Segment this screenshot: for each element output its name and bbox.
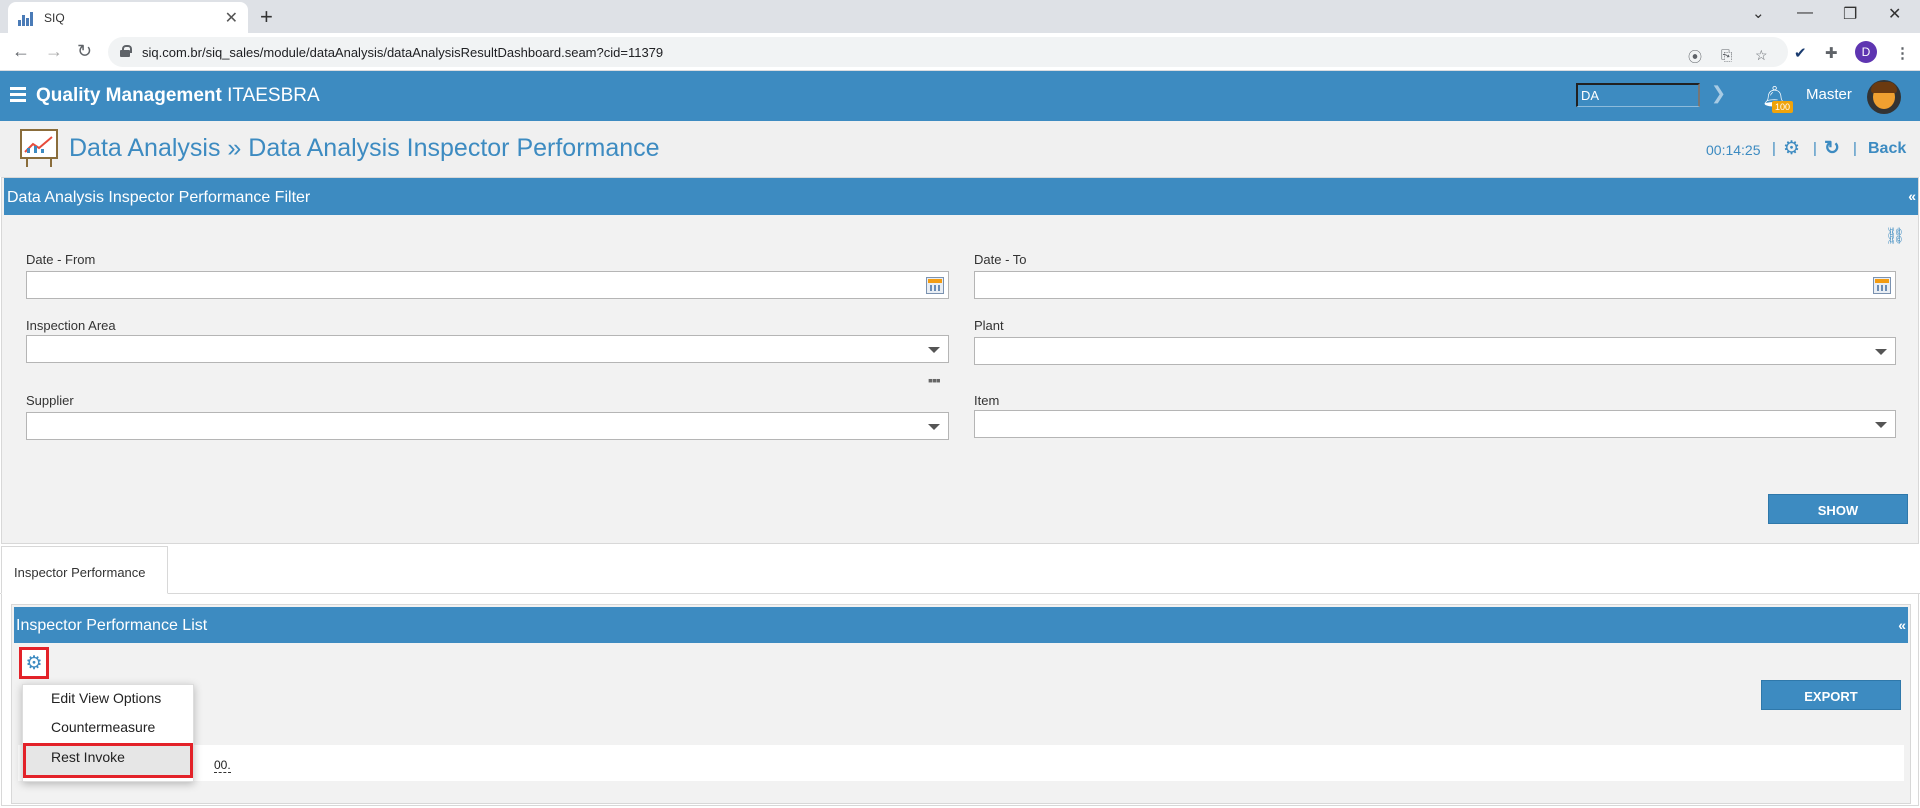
reload-icon[interactable]: ↻ xyxy=(77,41,92,62)
close-window-icon[interactable]: ✕ xyxy=(1888,4,1901,24)
plant-label: Plant xyxy=(974,318,1004,333)
item-select[interactable] xyxy=(974,410,1896,438)
back-link[interactable]: Back xyxy=(1868,140,1906,158)
presentation-chart-icon xyxy=(16,127,62,169)
app-title: Quality Management ITAESBRA xyxy=(36,85,320,107)
site-favicon-icon xyxy=(18,10,34,26)
browser-menu-icon[interactable]: ⋮ xyxy=(1895,44,1910,62)
app-title-company: ITAESBRA xyxy=(227,85,320,106)
collapse-icon[interactable]: « xyxy=(1908,188,1916,204)
location-icon[interactable]: ⦿ xyxy=(1688,47,1702,67)
new-tab-button[interactable]: + xyxy=(260,4,273,30)
menu-item-countermeasure[interactable]: Countermeasure xyxy=(23,714,193,743)
app-title-main: Quality Management xyxy=(36,85,222,106)
list-panel-header: Inspector Performance List « xyxy=(14,607,1908,643)
more-options-icon[interactable]: ▪▪▪ xyxy=(928,372,941,388)
chevron-down-icon xyxy=(1875,349,1887,355)
show-button[interactable]: SHOW xyxy=(1768,494,1908,524)
tab-search-icon[interactable]: ⌄ xyxy=(1752,4,1765,22)
options-dropdown-menu: Edit View Options Countermeasure Rest In… xyxy=(22,684,194,782)
date-from-label: Date - From xyxy=(26,252,96,267)
filter-panel-title: Data Analysis Inspector Performance Filt… xyxy=(7,189,311,206)
app-header: Quality Management ITAESBRA ❯ 🔔︎ 100 Mas… xyxy=(0,71,1920,121)
inspection-area-select[interactable] xyxy=(26,335,949,363)
calendar-icon[interactable] xyxy=(1873,277,1891,294)
address-bar[interactable]: siq.com.br/siq_sales/module/dataAnalysis… xyxy=(108,37,1788,67)
translate-icon[interactable]: ⎘ xyxy=(1721,47,1732,64)
separator: | xyxy=(1853,140,1857,157)
hamburger-menu-icon[interactable] xyxy=(10,87,26,102)
chevron-down-icon xyxy=(928,347,940,353)
date-to-field[interactable] xyxy=(974,271,1896,299)
header-search-input[interactable] xyxy=(1576,83,1700,107)
plant-select[interactable] xyxy=(974,337,1896,365)
chevron-down-icon xyxy=(1875,422,1887,428)
menu-item-edit-view-options[interactable]: Edit View Options xyxy=(23,685,193,714)
avatar[interactable] xyxy=(1867,80,1901,114)
browser-tab-bar: SIQ ✕ + ⌄ — ❐ ✕ xyxy=(0,0,1920,33)
list-info-text: 00. xyxy=(214,758,231,773)
separator: | xyxy=(1772,140,1776,157)
extensions-puzzle-icon[interactable]: ✚ xyxy=(1825,44,1838,62)
notification-badge: 100 xyxy=(1772,101,1794,113)
gear-icon: ⚙ xyxy=(25,653,43,674)
list-panel-title: Inspector Performance List xyxy=(16,617,208,634)
chevron-down-icon xyxy=(928,424,940,430)
supplier-select[interactable] xyxy=(26,412,949,440)
user-name[interactable]: Master xyxy=(1806,86,1852,103)
supplier-label: Supplier xyxy=(26,393,74,408)
gear-icon[interactable]: ⚙ xyxy=(1783,137,1800,160)
forward-arrow-icon[interactable]: → xyxy=(45,41,63,62)
refresh-icon[interactable]: ↻ xyxy=(1824,137,1840,160)
tab-strip: Inspector Performance xyxy=(0,544,1920,594)
export-button[interactable]: EXPORT xyxy=(1761,680,1901,710)
collapse-icon[interactable]: « xyxy=(1898,617,1906,633)
extension-check-icon[interactable]: ✔ xyxy=(1794,44,1807,62)
profile-avatar[interactable]: D xyxy=(1855,41,1877,63)
breadcrumb: Data Analysis » Data Analysis Inspector … xyxy=(69,134,660,162)
list-options-gear-button[interactable]: ⚙ xyxy=(19,647,49,679)
calendar-icon[interactable] xyxy=(926,277,944,294)
date-to-label: Date - To xyxy=(974,252,1027,267)
inspection-area-label: Inspection Area xyxy=(26,318,116,333)
browser-tab[interactable]: SIQ ✕ xyxy=(8,2,248,33)
tab-inspector-performance[interactable]: Inspector Performance xyxy=(1,546,168,594)
page-title-bar: Data Analysis » Data Analysis Inspector … xyxy=(0,121,1920,177)
inspector-performance-list-panel: Inspector Performance List « ⚙ EXPORT 00… xyxy=(11,604,1911,804)
item-label: Item xyxy=(974,393,1000,408)
close-tab-icon[interactable]: ✕ xyxy=(225,8,238,28)
binoculars-icon[interactable]: ⛓︎ xyxy=(1885,226,1905,246)
session-timer: 00:14:25 xyxy=(1706,142,1761,158)
back-arrow-icon[interactable]: ← xyxy=(12,41,30,62)
minimize-icon[interactable]: — xyxy=(1797,4,1813,22)
menu-item-rest-invoke[interactable]: Rest Invoke xyxy=(23,743,193,778)
date-from-field[interactable] xyxy=(26,271,949,299)
list-info-bar: 00. xyxy=(18,745,1904,781)
browser-toolbar: ← → ↻ siq.com.br/siq_sales/module/dataAn… xyxy=(0,33,1920,71)
chevron-right-icon[interactable]: ❯ xyxy=(1711,83,1726,104)
separator: | xyxy=(1813,140,1817,157)
browser-tab-title: SIQ xyxy=(44,10,65,25)
filter-panel-header: Data Analysis Inspector Performance Filt… xyxy=(4,178,1918,215)
bookmark-star-icon[interactable]: ☆ xyxy=(1755,47,1768,64)
lock-icon xyxy=(120,45,132,57)
url-text: siq.com.br/siq_sales/module/dataAnalysis… xyxy=(142,44,664,60)
restore-icon[interactable]: ❐ xyxy=(1843,4,1857,24)
filter-panel: Data Analysis Inspector Performance Filt… xyxy=(1,177,1919,544)
